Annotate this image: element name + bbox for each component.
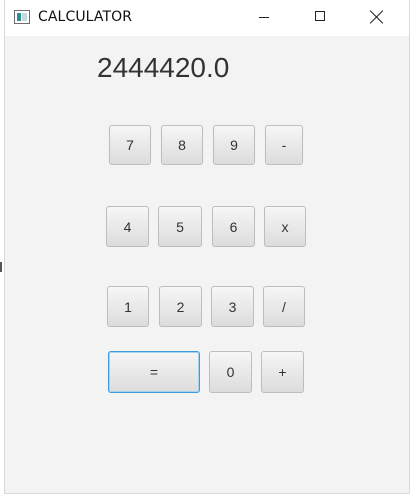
multiply-button[interactable]: x — [264, 206, 306, 247]
maximize-button[interactable] — [291, 0, 349, 36]
calculator-display: 2444420.0 — [97, 52, 230, 83]
key-6-button[interactable]: 6 — [212, 206, 255, 247]
key-3-button[interactable]: 3 — [211, 286, 254, 327]
close-icon — [370, 10, 384, 24]
key-9-button[interactable]: 9 — [213, 125, 255, 165]
app-icon-pane — [22, 13, 27, 21]
divide-button[interactable]: / — [263, 286, 305, 327]
key-1-button[interactable]: 1 — [107, 286, 149, 327]
key-4-button[interactable]: 4 — [106, 206, 149, 247]
key-8-button[interactable]: 8 — [161, 125, 203, 165]
close-button[interactable] — [348, 0, 406, 36]
calculator-window: CALCULATOR 2444420.0 7 8 9 - 4 5 6 x 1 2… — [4, 0, 410, 494]
plus-button[interactable]: + — [261, 351, 304, 393]
title-bar[interactable]: CALCULATOR — [5, 0, 409, 36]
minimize-icon — [259, 17, 269, 18]
equals-button[interactable]: = — [108, 351, 200, 393]
app-icon-bar — [17, 13, 21, 21]
key-2-button[interactable]: 2 — [159, 286, 202, 327]
minimize-button[interactable] — [235, 0, 293, 36]
key-0-button[interactable]: 0 — [209, 351, 252, 393]
window-title: CALCULATOR — [38, 9, 133, 25]
key-5-button[interactable]: 5 — [158, 206, 202, 247]
minus-button[interactable]: - — [265, 125, 303, 165]
maximize-icon — [315, 11, 325, 21]
key-7-button[interactable]: 7 — [109, 125, 151, 165]
calculator-app-icon — [14, 10, 30, 24]
background-window-edge — [0, 262, 2, 272]
